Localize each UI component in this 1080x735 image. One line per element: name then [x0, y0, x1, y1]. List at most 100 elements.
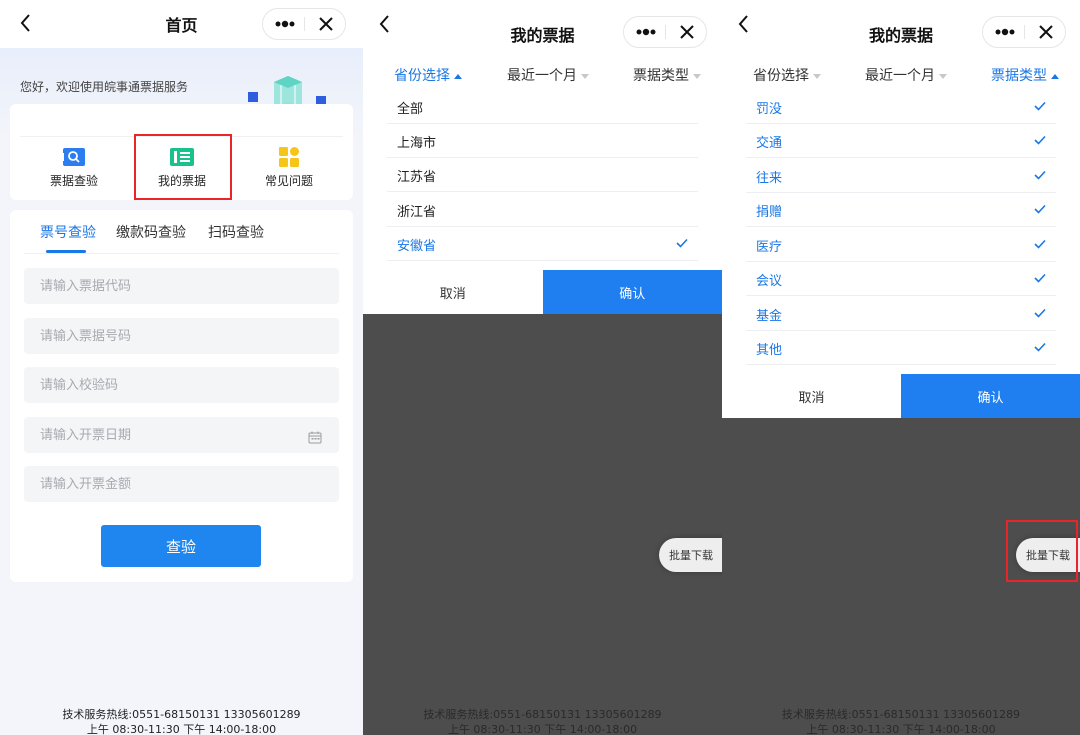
option-label: 安徽省 — [397, 239, 437, 254]
hotline-text: 技术服务热线:0551-68150131 13305601289 — [423, 708, 662, 721]
checkmark-icon — [1034, 101, 1046, 111]
ticket-number-input[interactable] — [24, 318, 339, 354]
my-tickets-province-screen: 技术服务热线:0551-68150131 13305601289 上午 08:3… — [363, 0, 722, 735]
option-label: 交通 — [756, 136, 783, 151]
dim-overlay[interactable] — [363, 313, 722, 735]
option-label: 全部 — [397, 102, 424, 117]
footer: 技术服务热线:0551-68150131 13305601289 上午 08:3… — [722, 707, 1080, 735]
checkmark-icon — [1034, 135, 1046, 145]
check-code-input[interactable] — [24, 367, 339, 403]
option-label: 往来 — [756, 171, 783, 186]
batch-download-button[interactable]: 批量下载 — [659, 538, 722, 572]
ticket-search-icon — [61, 148, 85, 166]
close-icon — [680, 25, 694, 39]
active-tab-indicator — [46, 250, 86, 253]
option-label: 上海市 — [397, 136, 437, 151]
close-button[interactable] — [305, 9, 347, 39]
filter-ticket-type[interactable]: 票据类型 — [991, 65, 1059, 85]
filter-label: 最近一个月 — [507, 68, 577, 84]
more-button[interactable] — [624, 17, 666, 47]
calendar-icon[interactable] — [308, 431, 322, 444]
province-option-list: 全部 上海市 江苏省 浙江省 安徽省 — [363, 88, 722, 270]
shortcut-label: 票据查验 — [49, 174, 98, 188]
cancel-button[interactable]: 取消 — [363, 270, 543, 314]
chevron-left-icon — [379, 15, 389, 33]
footer: 技术服务热线:0551-68150131 13305601289 上午 08:3… — [363, 707, 722, 735]
shortcut-ticket-verify[interactable]: 票据查验 — [24, 140, 124, 196]
close-button[interactable] — [1025, 17, 1067, 47]
hours-text: 上午 08:30-11:30 下午 14:00-18:00 — [86, 723, 277, 735]
my-ticket-icon — [170, 148, 194, 166]
filter-label: 最近一个月 — [865, 68, 935, 84]
filter-label: 省份选择 — [753, 68, 809, 84]
my-tickets-type-screen: 技术服务热线:0551-68150131 13305601289 上午 08:3… — [722, 0, 1080, 735]
mini-program-capsule — [623, 16, 707, 48]
close-icon — [319, 17, 333, 31]
action-row: 取消 确认 — [722, 374, 1080, 418]
verify-form-card: 票号查验 缴款码查验 扫码查验 查验 — [10, 210, 353, 582]
mini-program-capsule — [982, 16, 1066, 48]
option-label: 江苏省 — [397, 170, 437, 185]
type-option[interactable]: 罚没 — [746, 90, 1056, 124]
province-option[interactable]: 浙江省 — [387, 193, 698, 227]
province-option-selected[interactable]: 安徽省 — [387, 227, 698, 261]
more-button[interactable] — [983, 17, 1025, 47]
province-option[interactable]: 上海市 — [387, 124, 698, 158]
type-option[interactable]: 交通 — [746, 124, 1056, 158]
option-label: 罚没 — [756, 102, 783, 117]
checkmark-icon — [1034, 308, 1046, 318]
dim-overlay[interactable] — [722, 418, 1080, 735]
mini-program-capsule — [262, 8, 346, 40]
back-button[interactable] — [373, 8, 401, 38]
option-label: 浙江省 — [397, 205, 437, 220]
hours-text: 上午 08:30-11:30 下午 14:00-18:00 — [806, 723, 996, 735]
caret-down-icon — [813, 73, 821, 79]
shortcut-label: 我的票据 — [157, 174, 206, 188]
shortcut-my-tickets[interactable]: 我的票据 — [132, 140, 232, 196]
nav-bar: 我的票据 — [363, 0, 722, 48]
filter-ticket-type[interactable]: 票据类型 — [633, 65, 701, 85]
tab-ticket-number[interactable]: 票号查验 — [40, 222, 96, 242]
filter-date-range[interactable]: 最近一个月 — [507, 65, 589, 85]
caret-down-icon — [581, 73, 589, 79]
more-button[interactable] — [263, 9, 305, 39]
type-option[interactable]: 往来 — [746, 159, 1056, 193]
option-label: 医疗 — [756, 240, 783, 255]
back-button[interactable] — [732, 8, 760, 38]
checkmark-icon — [1034, 239, 1046, 249]
shortcut-faq[interactable]: 常见问题 — [239, 140, 339, 196]
checkmark-icon — [1034, 170, 1046, 180]
filter-label: 省份选择 — [394, 68, 450, 84]
issue-date-input[interactable] — [24, 417, 339, 453]
more-dots-icon — [995, 28, 1015, 36]
type-option[interactable]: 会议 — [746, 262, 1056, 296]
filter-label: 票据类型 — [633, 68, 689, 84]
faq-grid-icon — [279, 147, 299, 167]
type-option[interactable]: 其他 — [746, 331, 1056, 365]
batch-download-button[interactable]: 批量下载 — [1016, 538, 1080, 572]
close-button[interactable] — [666, 17, 708, 47]
cancel-button[interactable]: 取消 — [722, 374, 901, 418]
province-option[interactable]: 江苏省 — [387, 158, 698, 192]
province-option[interactable]: 全部 — [387, 90, 698, 124]
filter-label: 票据类型 — [991, 68, 1047, 84]
filter-province[interactable]: 省份选择 — [394, 65, 462, 85]
tabs-divider — [24, 253, 339, 254]
type-option[interactable]: 医疗 — [746, 228, 1056, 262]
type-option[interactable]: 捐赠 — [746, 193, 1056, 227]
confirm-button[interactable]: 确认 — [901, 374, 1080, 418]
tab-scan[interactable]: 扫码查验 — [208, 222, 264, 242]
ticket-code-input[interactable] — [24, 268, 339, 304]
checkmark-icon — [1034, 204, 1046, 214]
filter-date-range[interactable]: 最近一个月 — [865, 65, 947, 85]
amount-input[interactable] — [24, 466, 339, 502]
confirm-button[interactable]: 确认 — [542, 270, 722, 314]
option-label: 会议 — [756, 274, 783, 289]
filter-province[interactable]: 省份选择 — [753, 65, 821, 85]
checkmark-icon — [1034, 342, 1046, 352]
type-option[interactable]: 基金 — [746, 297, 1056, 331]
back-button[interactable] — [14, 8, 42, 38]
verify-button[interactable]: 查验 — [101, 525, 261, 567]
tab-payment-code[interactable]: 缴款码查验 — [116, 222, 186, 242]
option-label: 其他 — [756, 343, 783, 358]
